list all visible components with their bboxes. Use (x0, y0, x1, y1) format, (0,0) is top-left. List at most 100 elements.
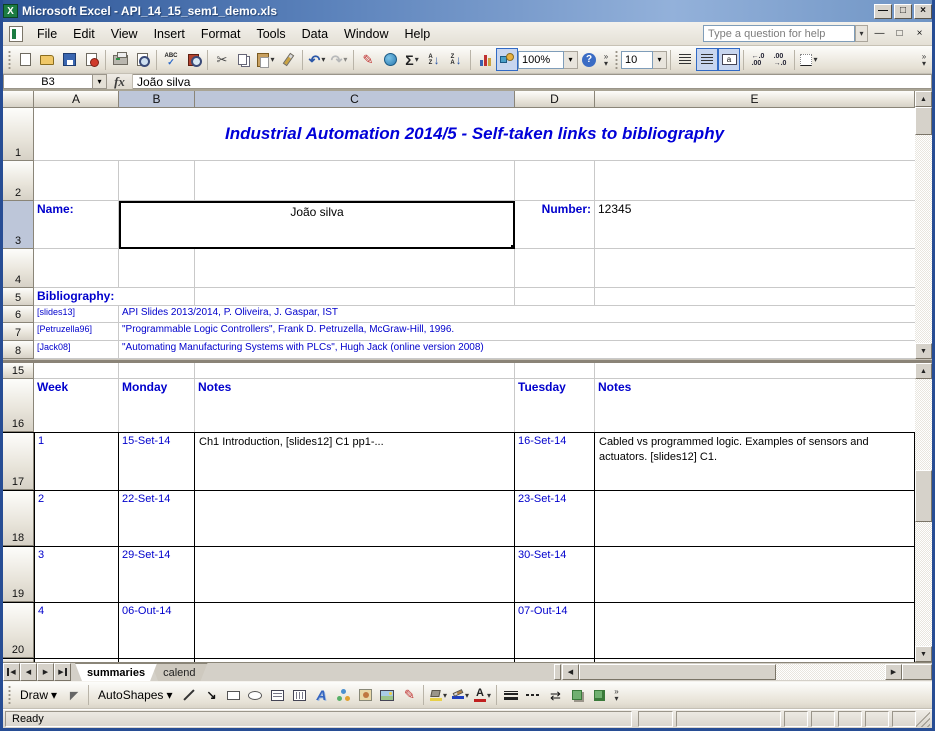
borders-dropdown-icon[interactable]: ▾ (813, 55, 817, 64)
sort-ascending-button[interactable]: A Z ↓ (423, 48, 445, 71)
row-header-16[interactable]: 16 (3, 379, 34, 432)
line-color-dropdown-icon[interactable]: ▾ (465, 691, 469, 700)
workbook-close-button[interactable]: × (911, 26, 928, 42)
insert-picture-button[interactable] (376, 684, 398, 707)
font-size-dropdown-icon[interactable]: ▾ (653, 51, 667, 69)
tab-calend[interactable]: calend (151, 663, 207, 681)
workbook-restore-button[interactable]: □ (891, 26, 908, 42)
cell-header-tuesday[interactable]: Tuesday (515, 379, 595, 432)
3d-style-button[interactable] (588, 684, 610, 707)
cell-week[interactable]: 1 (34, 433, 119, 490)
menu-help[interactable]: Help (397, 24, 439, 44)
autoshapes-menu-button[interactable]: AutoShapes▾ (92, 685, 178, 705)
text-box-button[interactable] (266, 684, 288, 707)
workbook-icon[interactable] (9, 26, 23, 42)
scroll-thumb[interactable] (915, 470, 932, 522)
row-header-5[interactable]: 5 (3, 288, 34, 306)
format-painter-button[interactable] (277, 48, 299, 71)
font-color-button[interactable]: A▾ (471, 684, 493, 707)
menu-edit[interactable]: Edit (65, 24, 103, 44)
column-header-a[interactable]: A (34, 91, 119, 108)
cell-monday-notes[interactable] (195, 603, 515, 658)
cell-header-notes[interactable]: Notes (595, 379, 915, 432)
paste-dropdown-icon[interactable]: ▾ (270, 55, 274, 64)
row-header-6[interactable]: 6 (3, 306, 34, 323)
cell-number-value[interactable]: 12345 (595, 201, 915, 249)
undo-button[interactable]: ↶▾ (306, 48, 328, 71)
merge-center-button[interactable]: a (718, 48, 740, 71)
cell-bib-reference[interactable]: "Automating Manufacturing Systems with P… (119, 341, 915, 359)
cell[interactable] (515, 161, 595, 201)
cell-bib-key[interactable]: [slides13] (34, 306, 119, 323)
cell-tuesday-date[interactable]: 30-Set-14 (515, 547, 595, 602)
row-header-21[interactable] (3, 659, 34, 662)
toolbar-options-button[interactable]: » ▾ (918, 48, 930, 72)
column-header-d[interactable]: D (515, 91, 595, 108)
cell-week[interactable]: 3 (34, 547, 119, 602)
cell-tuesday-notes[interactable] (595, 491, 915, 546)
row-header-7[interactable]: 7 (3, 323, 34, 341)
decrease-decimal-button[interactable]: .00 →.0 (769, 48, 791, 71)
workbook-minimize-button[interactable]: — (871, 26, 888, 42)
name-box-dropdown-icon[interactable]: ▾ (93, 74, 107, 89)
line-style-button[interactable] (500, 684, 522, 707)
scroll-track[interactable] (915, 522, 932, 646)
cell-monday-notes[interactable] (195, 659, 515, 662)
cell[interactable] (34, 363, 119, 379)
arrow-style-button[interactable]: ⇄ (544, 684, 566, 707)
print-button[interactable] (109, 48, 131, 71)
cell-bib-reference[interactable]: API Slides 2013/2014, P. Oliveira, J. Ga… (119, 306, 915, 323)
menu-tools[interactable]: Tools (248, 24, 293, 44)
excel-app-icon[interactable]: X (3, 4, 18, 18)
cell-header-notes[interactable]: Notes (195, 379, 515, 432)
scroll-track[interactable] (776, 664, 885, 680)
select-objects-button[interactable]: ◤ (63, 684, 85, 707)
menu-view[interactable]: View (103, 24, 146, 44)
insert-hyperlink-button[interactable] (379, 48, 401, 71)
borders-button[interactable]: ▾ (798, 48, 820, 71)
drawing-button[interactable] (496, 48, 518, 71)
cell-header-monday[interactable]: Monday (119, 379, 195, 432)
scroll-left-button[interactable]: ◀ (562, 664, 579, 680)
oval-button[interactable] (244, 684, 266, 707)
scroll-track[interactable] (915, 379, 932, 470)
cut-button[interactable]: ✂ (211, 48, 233, 71)
cell-bibliography-label[interactable]: Bibliography: (34, 288, 195, 306)
scroll-up-button[interactable]: ▲ (915, 363, 932, 379)
fill-color-button[interactable]: ▾ (427, 684, 449, 707)
cell-tuesday-notes[interactable] (595, 547, 915, 602)
cell-name-label[interactable]: Name: (34, 201, 119, 249)
cell-tuesday-notes[interactable] (595, 603, 915, 658)
cell-bib-key[interactable]: [Petruzella96] (34, 323, 119, 341)
column-header-b[interactable]: B (119, 91, 195, 108)
menu-file[interactable]: File (29, 24, 65, 44)
close-button[interactable]: × (914, 4, 932, 19)
menu-window[interactable]: Window (336, 24, 396, 44)
research-button[interactable] (182, 48, 204, 71)
scroll-down-button[interactable]: ▼ (915, 343, 932, 359)
scroll-up-button[interactable]: ▲ (915, 91, 932, 107)
center-button[interactable] (696, 48, 718, 71)
ink-annotations-button[interactable]: ✎ (357, 48, 379, 71)
cell-tuesday-notes[interactable]: Cabled vs programmed logic. Examples of … (595, 433, 915, 490)
clip-art-button[interactable] (354, 684, 376, 707)
spelling-button[interactable]: ABC ✓ (160, 48, 182, 71)
cell[interactable] (34, 161, 119, 201)
draw-menu-button[interactable]: Draw▾ (14, 685, 63, 705)
row-header-2[interactable]: 2 (3, 161, 34, 201)
copy-button[interactable] (233, 48, 255, 71)
chart-wizard-button[interactable] (474, 48, 496, 71)
arrow-button[interactable]: ↘ (200, 684, 222, 707)
paste-button[interactable]: ▾ (255, 48, 277, 71)
cell-tuesday-date[interactable]: 07-Out-14 (515, 603, 595, 658)
previous-sheet-button[interactable]: ◀ (20, 663, 37, 681)
row-header-4[interactable]: 4 (3, 249, 34, 288)
save-button[interactable] (58, 48, 80, 71)
select-all-corner[interactable] (3, 91, 34, 108)
toolbar-grip[interactable] (7, 685, 12, 705)
cell-tuesday-date[interactable]: 16-Set-14 (515, 433, 595, 490)
cell-week[interactable]: 4 (34, 603, 119, 658)
first-sheet-button[interactable]: ◀ (3, 663, 20, 681)
autosum-button[interactable]: Σ▾ (401, 48, 423, 71)
shadow-style-button[interactable] (566, 684, 588, 707)
